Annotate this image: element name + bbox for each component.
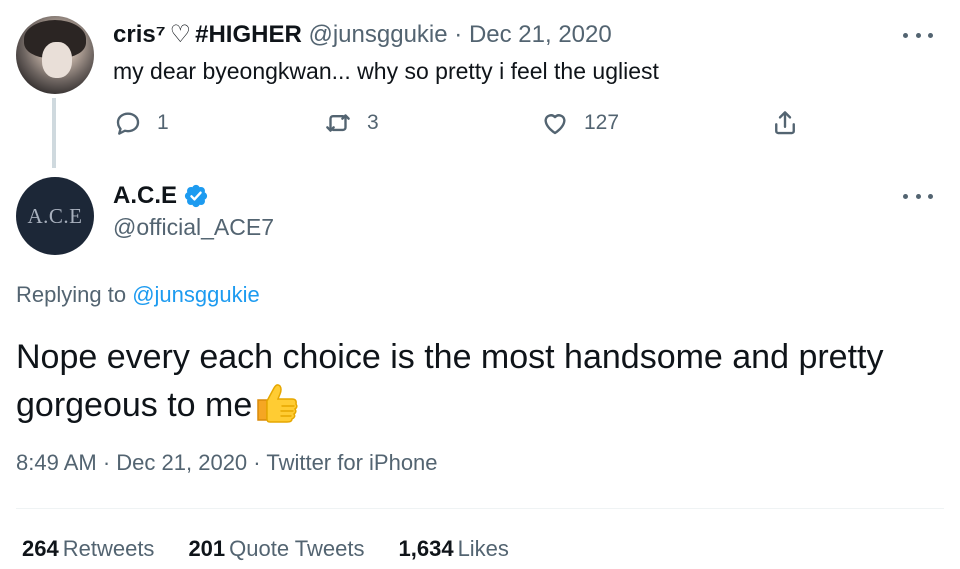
main-handle[interactable]: @official_ACE7	[113, 214, 274, 241]
heart-icon: ♡	[169, 21, 192, 48]
main-avatar[interactable]: A.C.E	[16, 177, 94, 255]
timestamp-separator: ·	[253, 450, 261, 475]
quote-tweets-count: 201	[188, 536, 226, 561]
quote-tweets-label: Quote Tweets	[229, 536, 365, 561]
retweets-count: 264	[22, 536, 59, 561]
replying-mention-link[interactable]: @junsggukie	[132, 282, 260, 307]
reply-icon	[116, 112, 140, 135]
parent-separator: ·	[454, 21, 463, 48]
reply-button[interactable]: 1	[113, 108, 169, 138]
parent-name-suffix[interactable]: #HIGHER	[195, 21, 302, 48]
main-more-icon[interactable]	[903, 191, 933, 201]
like-button[interactable]: 127	[540, 108, 619, 138]
parent-tweet-header: cris⁷ ♡ #HIGHER @junsggukie · Dec 21, 2020	[113, 20, 612, 50]
parent-more-icon[interactable]	[903, 30, 933, 40]
likes-label: Likes	[457, 536, 509, 561]
parent-tweet-text: my dear byeongkwan... why so pretty i fe…	[113, 58, 659, 84]
tweet-timestamp: 8:49 AM · Dec 21, 2020 · Twitter for iPh…	[16, 450, 438, 476]
main-display-name[interactable]: A.C.E	[113, 182, 177, 210]
retweets-label: Retweets	[62, 536, 155, 561]
parent-handle[interactable]: @junsggukie	[308, 21, 447, 48]
like-count: 127	[584, 111, 620, 134]
replying-prefix: Replying to	[16, 282, 127, 307]
tweet-date[interactable]: Dec 21, 2020	[116, 450, 247, 475]
likes-stat[interactable]: 1,634 Likes	[399, 536, 509, 562]
quote-tweets-stat[interactable]: 201 Quote Tweets	[188, 536, 364, 562]
main-display-name-row[interactable]: A.C.E	[113, 182, 209, 210]
tweet-time[interactable]: 8:49 AM	[16, 450, 97, 475]
timestamp-separator: ·	[102, 450, 111, 475]
parent-date[interactable]: Dec 21, 2020	[469, 21, 612, 48]
avatar-logo-text: A.C.E	[27, 203, 83, 228]
thread-line	[52, 98, 56, 168]
parent-avatar[interactable]	[16, 16, 94, 94]
share-icon	[775, 111, 795, 135]
retweets-stat[interactable]: 264 Retweets	[22, 536, 154, 562]
retweet-count: 3	[367, 111, 379, 134]
main-tweet-text: Nope every each choice is the most hands…	[16, 334, 916, 428]
main-tweet-body: Nope every each choice is the most hands…	[16, 338, 884, 424]
likes-count: 1,634	[398, 536, 454, 561]
parent-display-name[interactable]: cris⁷	[113, 21, 166, 48]
share-button[interactable]	[770, 108, 800, 138]
reply-count: 1	[157, 111, 169, 134]
divider	[16, 508, 944, 509]
avatar-face	[42, 42, 72, 78]
retweet-button[interactable]: 3	[323, 108, 379, 138]
heart-icon	[544, 114, 566, 135]
replying-to: Replying to @junsggukie	[16, 282, 260, 308]
retweet-icon	[326, 114, 350, 132]
engagement-stats: 264 Retweets 201 Quote Tweets 1,634 Likes	[22, 536, 543, 562]
verified-badge-icon	[184, 184, 208, 208]
thumbs-up-icon	[257, 384, 298, 423]
tweet-source[interactable]: Twitter for iPhone	[266, 450, 437, 475]
